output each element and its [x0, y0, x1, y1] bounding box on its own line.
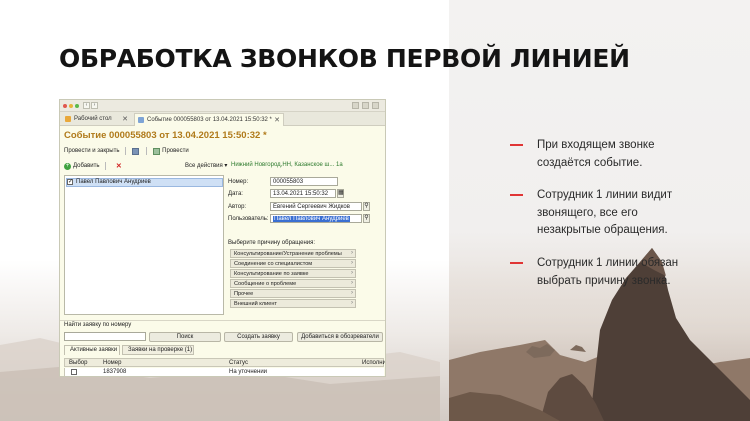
add-button[interactable]: Добавить	[73, 163, 100, 169]
toolbar-divider	[105, 162, 107, 170]
forward-icon[interactable]: ›	[91, 102, 98, 109]
row-checkbox[interactable]	[71, 369, 77, 375]
callers-list[interactable]: Павел Павлович Анудриев	[64, 175, 224, 315]
row-status: На уточнении	[229, 369, 268, 375]
maximize-dot-icon[interactable]	[75, 104, 79, 108]
minimize-dot-icon[interactable]	[69, 104, 73, 108]
close-tab-icon[interactable]: ✕	[274, 116, 280, 124]
date-field[interactable]: 13.04.2021 15:50:32	[270, 189, 336, 198]
column-header[interactable]: Исполни	[362, 360, 385, 366]
reason-option[interactable]: Прочее ›	[230, 289, 356, 298]
bullet-text: При входящем звонке создаётся событие.	[537, 139, 655, 169]
find-request-input[interactable]	[64, 332, 146, 341]
reason-option[interactable]: Соединение со специалистом ›	[230, 259, 356, 268]
bullet-dash	[510, 194, 523, 196]
create-request-button[interactable]: Создать заявку	[224, 332, 293, 342]
bullet-dash	[510, 144, 523, 146]
document-icon	[138, 117, 144, 123]
settings-icon[interactable]	[372, 102, 379, 109]
reason-option[interactable]: Внешний клиент ›	[230, 299, 356, 308]
chevron-right-icon: ›	[351, 300, 353, 306]
search-icon[interactable]: ⚲	[363, 214, 370, 223]
add-observer-button[interactable]: Добавиться в обозреватели	[297, 332, 383, 342]
number-label: Номер:	[228, 179, 249, 185]
chevron-right-icon: ›	[351, 250, 353, 256]
save-icon[interactable]	[131, 147, 139, 155]
list-toolbar: + Добавить ✕ Все действия ▾ Нижний Новгор…	[64, 162, 382, 172]
reason-option[interactable]: Консультирование/Устранение проблемы ›	[230, 249, 356, 258]
app-window-screenshot: ‹ › Рабочий стол ✕ Событие 000055803 от …	[59, 99, 386, 377]
post-button[interactable]: Провести	[162, 148, 189, 154]
chevron-right-icon: ›	[351, 290, 353, 296]
tab-active-requests[interactable]: Активные заявки	[64, 345, 120, 355]
column-header[interactable]: Выбор	[69, 360, 87, 366]
list-item-checkbox[interactable]	[67, 178, 73, 185]
toolbar-divider	[146, 147, 148, 155]
bullet-dash	[510, 262, 523, 264]
slide-title: ОБРАБОТКА ЗВОНКОВ ПЕРВОЙ ЛИНИЕЙ	[59, 44, 630, 73]
post-icon	[153, 147, 161, 155]
reason-option[interactable]: Сообщение о проблеме ›	[230, 279, 356, 288]
search-icon[interactable]: ⚲	[363, 202, 370, 211]
chevron-right-icon: ›	[351, 270, 353, 276]
form-toolbar: Провести и закрыть Провести	[64, 147, 189, 157]
organization-link[interactable]: Нижний Новгород,НН, Казанское ш... 1а	[231, 162, 343, 168]
search-button[interactable]: Поиск	[149, 332, 221, 342]
requests-grid-header: Выбор Номер Статус Исполни	[64, 358, 385, 367]
list-item-label: Павел Павлович Анудриев	[76, 179, 151, 185]
table-row[interactable]: 1837908 На уточнении	[64, 368, 384, 376]
column-header[interactable]: Статус	[229, 360, 248, 366]
bullet-text: Сотрудник 1 линии видит звонящего, все е…	[537, 189, 673, 236]
document-title: Событие 000055803 от 13.04.2021 15:50:32…	[64, 130, 267, 141]
reason-label: Выберите причину обращения:	[228, 240, 316, 246]
chevron-right-icon: ›	[351, 260, 353, 266]
date-label: Дата:	[228, 191, 243, 197]
slide: ОБРАБОТКА ЗВОНКОВ ПЕРВОЙ ЛИНИЕЙ ‹ › Рабо…	[0, 0, 750, 421]
info-icon[interactable]	[362, 102, 369, 109]
window-chrome: ‹ ›	[60, 100, 385, 112]
list-item[interactable]: Павел Павлович Анудриев	[66, 178, 223, 187]
tray-icon[interactable]	[352, 102, 359, 109]
user-field-value: Павел Павлович Анудриев	[273, 216, 350, 222]
toolbar-divider	[125, 147, 127, 155]
delete-icon[interactable]: ✕	[116, 162, 122, 170]
find-request-label: Найти заявку по номеру	[64, 322, 132, 328]
row-number: 1837908	[103, 369, 127, 375]
calendar-icon[interactable]: ▦	[337, 189, 344, 198]
author-field[interactable]: Евгений Сергеевич Жидков	[270, 202, 362, 211]
home-icon	[65, 116, 71, 122]
user-field[interactable]: Павел Павлович Анудриев	[270, 214, 362, 223]
close-tab-icon[interactable]: ✕	[122, 115, 128, 123]
user-label: Пользователь:	[228, 216, 269, 222]
back-icon[interactable]: ‹	[83, 102, 90, 109]
chevron-right-icon: ›	[351, 280, 353, 286]
bullet-text: Сотрудник 1 линии обязан выбрать причину…	[537, 257, 679, 287]
all-actions-menu[interactable]: Все действия ▾	[185, 162, 227, 169]
add-icon: +	[64, 162, 71, 170]
column-header[interactable]: Номер	[103, 360, 121, 366]
tab-requests-review[interactable]: Заявки на проверке (1)	[122, 345, 194, 355]
number-field[interactable]: 000055803	[270, 177, 338, 186]
post-and-close-button[interactable]: Провести и закрыть	[64, 148, 119, 154]
reason-option[interactable]: Консультирование по заявке ›	[230, 269, 356, 278]
section-divider	[60, 320, 385, 321]
window-tabs: Рабочий стол ✕ Событие 000055803 от 13.0…	[60, 112, 385, 126]
tab-event[interactable]: Событие 000055803 от 13.04.2021 15:50:32…	[134, 113, 284, 126]
close-dot-icon[interactable]	[63, 104, 67, 108]
tab-desktop[interactable]: Рабочий стол ✕	[62, 113, 131, 126]
author-label: Автор:	[228, 204, 247, 210]
